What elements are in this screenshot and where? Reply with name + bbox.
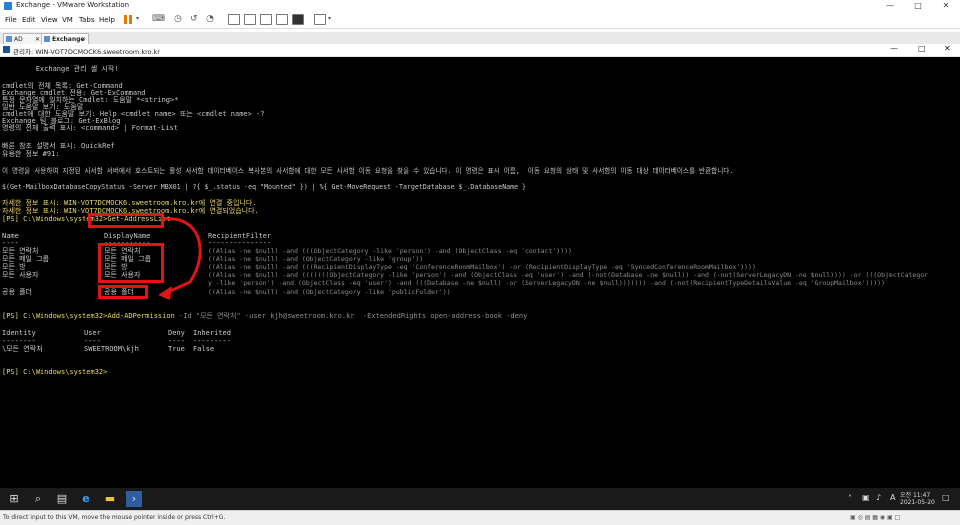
notification-icon[interactable]: □ — [942, 493, 950, 502]
fullscreen-icon[interactable] — [260, 14, 272, 25]
clock-time[interactable]: 오전 11:47 — [900, 490, 930, 499]
clock-date[interactable]: 2021-05-20 — [900, 499, 935, 506]
vm-icon — [6, 36, 12, 42]
menu-file[interactable]: File — [5, 16, 17, 24]
task-view-icon[interactable]: ▤ — [54, 491, 70, 507]
tab-ad[interactable]: AD ✕ — [3, 33, 43, 44]
tab-label: AD — [14, 36, 23, 43]
chevron-down-icon[interactable]: ▾ — [328, 15, 331, 22]
chevron-down-icon[interactable]: ▾ — [136, 15, 139, 22]
send-keys-icon[interactable]: ⌨ — [152, 14, 165, 24]
powershell-window-title: 관리자: WIN-VOT7DCMOCK6.sweetroom.kro.kr — [13, 48, 160, 56]
powershell-title-bar: 관리자: WIN-VOT7DCMOCK6.sweetroom.kro.kr — … — [0, 44, 960, 57]
vmware-title-bar: Exchange - VMware Workstation — □ ✕ — [0, 0, 960, 12]
menu-bar: File Edit View VM Tabs Help ▾ ⌨ ◷ ↺ ◔ ▾ — [0, 12, 960, 29]
network-icon[interactable]: ▣ — [862, 493, 870, 502]
sidebar-toggle-icon[interactable] — [228, 14, 240, 25]
ime-indicator[interactable]: A — [890, 493, 895, 502]
vmware-logo-icon — [4, 2, 12, 10]
status-text: To direct input to this VM, move the mou… — [3, 514, 226, 521]
stretch-icon[interactable] — [314, 14, 326, 25]
pause-icon[interactable] — [124, 15, 127, 24]
maximize-button[interactable]: □ — [918, 44, 926, 53]
vm-icon — [44, 36, 50, 42]
close-button[interactable]: ✕ — [944, 44, 951, 53]
close-button[interactable]: ✕ — [932, 0, 960, 12]
minimize-button[interactable]: — — [876, 0, 904, 12]
menu-edit[interactable]: Edit — [22, 16, 36, 24]
minimize-button[interactable]: — — [890, 44, 898, 53]
menu-help[interactable]: Help — [99, 16, 115, 24]
volume-icon[interactable]: ♪ — [876, 493, 881, 502]
tab-exchange[interactable]: Exchange ✕ — [41, 33, 89, 44]
windows-start-icon[interactable]: ⊞ — [6, 491, 22, 507]
vmware-status-bar: To direct input to this VM, move the mou… — [0, 510, 960, 525]
powershell-taskbar-icon[interactable]: › — [126, 491, 142, 507]
device-icons[interactable]: ▣ ◎ ▤ ▦ ◉ ▣ □ — [850, 514, 900, 521]
snapshot-manager-icon[interactable]: ◔ — [206, 14, 214, 24]
menu-view[interactable]: View — [41, 16, 58, 24]
file-explorer-icon[interactable]: ▬ — [102, 491, 118, 507]
menu-vm[interactable]: VM — [62, 16, 73, 24]
windows-taskbar: ⊞ ⌕ ▤ e ▬ › ˄ ▣ ♪ A 오전 11:47 2021-05-20 … — [0, 488, 960, 510]
unity-icon[interactable] — [276, 14, 288, 25]
powershell-console[interactable]: Exchange 관리 셸 시작! cmdlet의 전체 목록: Get-Com… — [0, 57, 960, 488]
search-icon[interactable]: ⌕ — [30, 491, 46, 507]
edge-icon[interactable]: e — [78, 491, 94, 507]
maximize-button[interactable]: □ — [904, 0, 932, 12]
powershell-icon — [3, 46, 10, 53]
tab-label: Exchange — [52, 36, 85, 43]
chevron-up-icon[interactable]: ˄ — [848, 494, 852, 503]
menu-tabs[interactable]: Tabs — [79, 16, 95, 24]
console-view-icon[interactable] — [292, 14, 304, 25]
thumbnail-icon[interactable] — [244, 14, 256, 25]
snapshot-icon[interactable]: ◷ — [174, 14, 182, 24]
vm-tab-bar: AD ✕ Exchange ✕ — [0, 32, 960, 44]
annotation-arrow — [158, 217, 202, 300]
revert-snapshot-icon[interactable]: ↺ — [190, 14, 198, 24]
window-title: Exchange - VMware Workstation — [16, 1, 130, 9]
